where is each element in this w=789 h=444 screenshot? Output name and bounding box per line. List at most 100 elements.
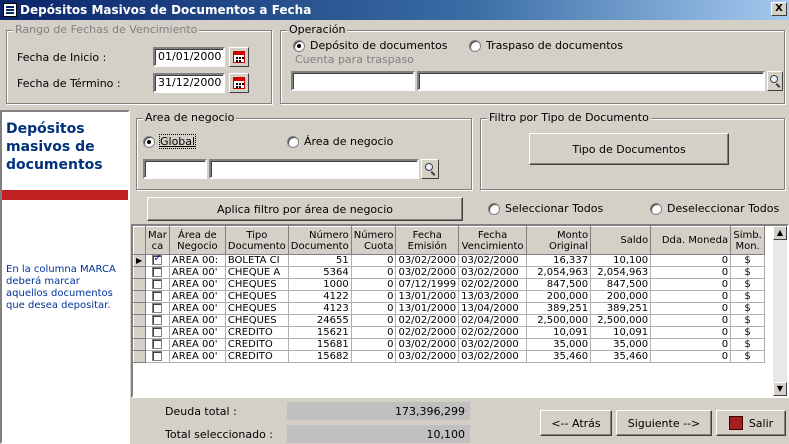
cell-marca[interactable] [145,338,170,351]
table-row[interactable]: AREA 00' CHEQUES 24655 0 02/02/2000 02/04/200… [133,314,766,327]
deselect-all-radio-dot[interactable] [650,202,662,215]
end-date-field[interactable]: 31/12/2000 [153,73,225,93]
cell-marca[interactable] [145,254,170,267]
row-indicator[interactable] [133,350,146,363]
header-cuota[interactable]: Número Cuota [350,226,397,255]
cell-numero: 15681 [288,338,352,351]
account-code-field[interactable] [291,71,415,91]
area-radio[interactable]: Área de negocio [287,135,393,148]
row-indicator[interactable] [133,278,146,291]
header-dda[interactable]: Dda. Moneda [650,226,732,255]
area-search-button[interactable] [421,159,439,179]
row-indicator[interactable] [133,290,146,303]
marca-checkbox[interactable] [152,315,163,325]
cell-cuota: 0 [351,266,397,279]
transfer-radio[interactable]: Traspaso de documentos [469,39,623,52]
back-button-label: <-- Atrás [551,416,601,430]
table-row[interactable]: AREA 00' CHEQUE A 5364 0 03/02/2000 03/02/200… [133,266,766,279]
grid-vertical-scrollbar[interactable]: ▲ ▼ [773,226,787,396]
area-code-field[interactable] [143,159,207,179]
header-monto[interactable]: Monto Original [526,226,592,255]
global-radio-dot[interactable] [143,135,155,148]
marca-checkbox[interactable] [152,303,163,313]
cell-cuota: 0 [351,338,397,351]
exit-button[interactable]: Salir [716,410,786,436]
header-tipo[interactable]: Tipo Documento [224,226,289,255]
next-button[interactable]: Siguiente --> [616,410,712,436]
table-row[interactable]: AREA 00' CREDITO 15681 0 03/02/2000 03/02/200… [133,338,766,351]
header-simb[interactable]: Simb. Mon. [730,226,766,255]
cell-saldo: 10,100 [590,254,652,267]
scroll-up-arrow[interactable]: ▲ [773,226,787,240]
documents-grid[interactable]: Mar ca Área de Negocio Tipo Documento Nú… [131,224,789,398]
cell-marca[interactable] [145,326,170,339]
cell-marca[interactable] [145,314,170,327]
cell-marca[interactable] [145,290,170,303]
deposit-radio[interactable]: Depósito de documentos [293,39,447,52]
row-indicator[interactable] [133,266,146,279]
cell-saldo: 2,054,963 [590,266,652,279]
deposit-radio-dot[interactable] [293,39,305,52]
marca-checkbox[interactable] [152,279,163,289]
row-indicator[interactable] [133,302,146,315]
table-row[interactable]: ▶AREA 00:BOLETA CI51003/02/200003/02/200… [133,254,766,267]
cell-cuota: 0 [351,314,397,327]
start-date-field[interactable]: 01/01/2000 [153,47,225,67]
global-radio[interactable]: Global [143,134,197,149]
doc-type-button[interactable]: Tipo de Documentos [529,133,729,165]
account-search-button[interactable] [767,71,783,91]
row-indicator[interactable]: ▶ [133,254,146,267]
transfer-radio-dot[interactable] [469,39,481,52]
scroll-down-arrow[interactable]: ▼ [773,382,787,396]
header-emision[interactable]: Fecha Emisión [395,226,460,255]
deselect-all-radio[interactable]: Deseleccionar Todos [650,202,779,215]
marca-checkbox[interactable] [152,339,163,349]
header-marca[interactable]: Mar ca [145,226,170,255]
area-radio-dot[interactable] [287,135,299,148]
cell-monto: 35,000 [526,338,592,351]
cell-area: AREA 00' [169,302,226,315]
apply-area-filter-button[interactable]: Aplica filtro por área de negocio [147,197,463,221]
marca-checkbox[interactable] [152,255,163,265]
select-all-radio[interactable]: Seleccionar Todos [488,202,603,215]
row-indicator[interactable] [133,326,146,339]
table-row[interactable]: AREA 00' CHEQUES 4123 0 13/01/2000 13/04/2000… [133,302,766,315]
title-bar[interactable]: Depósitos Masivos de Documentos a Fecha … [0,0,789,20]
header-area[interactable]: Área de Negocio [168,226,226,255]
account-legend: Cuenta para traspaso [295,53,414,66]
cell-area: AREA 00' [169,278,226,291]
business-area-group: Area de negocio Global Área de negocio [136,111,472,190]
back-button[interactable]: <-- Atrás [540,410,612,436]
cell-marca[interactable] [145,278,170,291]
area-name-field[interactable] [209,159,419,179]
table-row[interactable]: AREA 00' CREDITO 15682 0 03/02/2000 03/02/200… [133,350,766,363]
debt-total-label: Deuda total : [165,405,237,418]
marca-checkbox[interactable] [152,267,163,277]
cell-marca[interactable] [145,302,170,315]
cell-tipo: CREDITO [225,326,289,339]
table-row[interactable]: AREA 00' CHEQUES 4122 0 13/01/2000 13/03/2000… [133,290,766,303]
table-row[interactable]: AREA 00' CHEQUES 1000 0 07/12/1999 02/02/2000… [133,278,766,291]
marca-checkbox[interactable] [152,327,163,337]
cell-monto: 10,091 [526,326,592,339]
select-all-radio-dot[interactable] [488,202,500,215]
header-vencimiento[interactable]: Fecha Vencimiento [458,226,528,255]
info-panel-accent-bar [2,190,128,200]
cell-cuota: 0 [351,302,397,315]
cell-vencimiento: 13/04/2000 [458,302,528,315]
table-row[interactable]: AREA 00' CREDITO 15621 0 02/02/2000 02/02/200… [133,326,766,339]
marca-checkbox[interactable] [152,351,163,361]
header-saldo[interactable]: Saldo [590,226,652,255]
row-indicator[interactable] [133,314,146,327]
account-name-field[interactable] [417,71,765,91]
start-date-calendar-button[interactable] [229,47,249,67]
cell-saldo: 847,500 [590,278,652,291]
calendar-icon [233,51,245,63]
cell-marca[interactable] [145,350,170,363]
header-numero[interactable]: Número Documento [287,226,352,255]
end-date-calendar-button[interactable] [229,73,249,93]
marca-checkbox[interactable] [152,291,163,301]
cell-marca[interactable] [145,266,170,279]
row-indicator[interactable] [133,338,146,351]
close-button[interactable]: X [771,2,787,16]
